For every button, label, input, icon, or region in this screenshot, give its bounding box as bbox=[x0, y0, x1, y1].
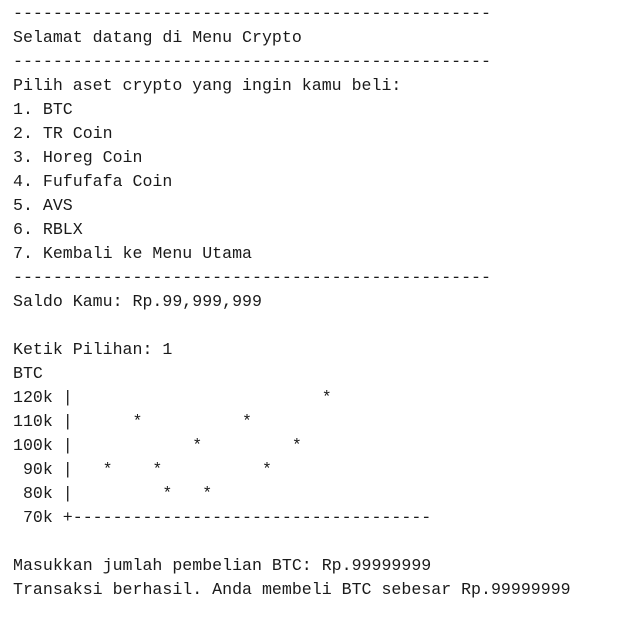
menu-title: Selamat datang di Menu Crypto bbox=[13, 28, 302, 47]
ascii-chart-axis: 70k +-----------------------------------… bbox=[13, 508, 432, 527]
separator-line: ----------------------------------------… bbox=[13, 268, 491, 287]
choice-input-line: Ketik Pilihan: 1 bbox=[13, 340, 173, 359]
ascii-chart-row-90k: 90k | * * * bbox=[13, 460, 272, 479]
menu-option-horeg-coin: 3. Horeg Coin bbox=[13, 148, 143, 167]
ascii-chart-row-110k: 110k | * * bbox=[13, 412, 252, 431]
separator-line: ----------------------------------------… bbox=[13, 52, 491, 71]
purchase-amount-line: Masukkan jumlah pembelian BTC: Rp.999999… bbox=[13, 556, 432, 575]
ascii-chart-row-100k: 100k | * * bbox=[13, 436, 302, 455]
ascii-chart-row-80k: 80k | * * bbox=[13, 484, 213, 503]
menu-option-rblx: 6. RBLX bbox=[13, 220, 83, 239]
terminal-window: ----------------------------------------… bbox=[0, 0, 638, 641]
menu-option-tr-coin: 2. TR Coin bbox=[13, 124, 113, 143]
ascii-chart-row-120k: 120k | * bbox=[13, 388, 332, 407]
balance-text: Saldo Kamu: Rp.99,999,999 bbox=[13, 292, 262, 311]
ascii-chart-title: BTC bbox=[13, 364, 43, 383]
menu-option-btc: 1. BTC bbox=[13, 100, 73, 119]
menu-option-back: 7. Kembali ke Menu Utama bbox=[13, 244, 252, 263]
transaction-success-message: Transaksi berhasil. Anda membeli BTC seb… bbox=[13, 580, 571, 599]
menu-option-fufufafa-coin: 4. Fufufafa Coin bbox=[13, 172, 173, 191]
separator-line: ----------------------------------------… bbox=[13, 4, 491, 23]
menu-option-avs: 5. AVS bbox=[13, 196, 73, 215]
menu-prompt: Pilih aset crypto yang ingin kamu beli: bbox=[13, 76, 402, 95]
